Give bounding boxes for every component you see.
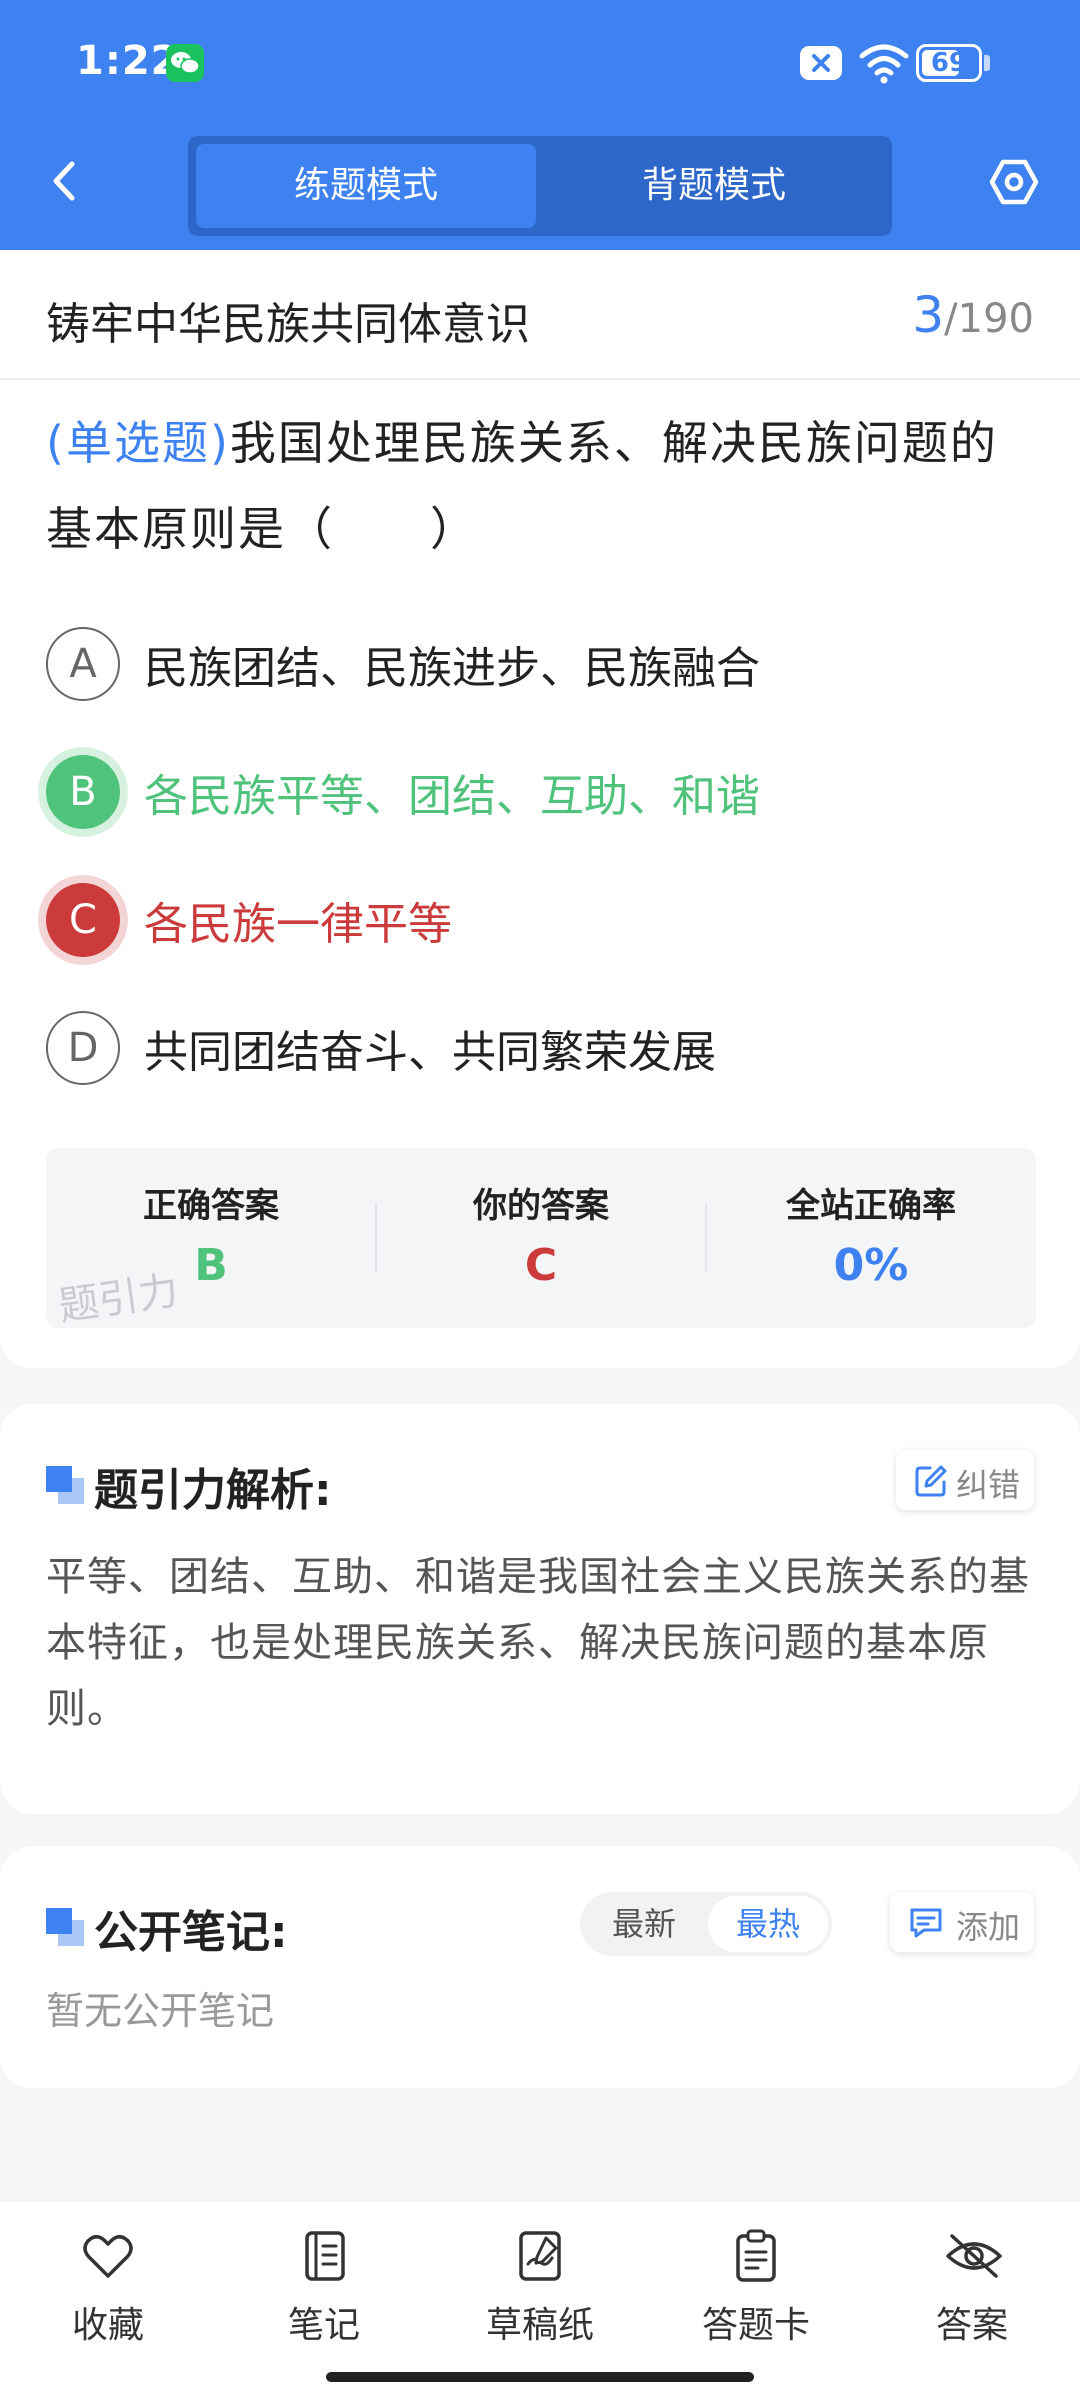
correct-answer-label: 正确答案 [143,1186,279,1226]
status-time: 1:22 [76,38,180,84]
no-sim-icon [800,46,842,80]
battery-level: 69 [930,48,968,78]
mode-toggle: 练题模式 背题模式 [188,136,892,236]
answer-sheet-icon [736,2229,776,2282]
add-note-label: 添加 [956,1908,1021,1946]
analysis-card: 题引力解析: 纠错 平等、团结、互助、和谐是我国社会主义民族关系的基本特征，也是… [0,1404,1080,1814]
header: 1:22 69 练题模式 背题模式 [0,0,1080,250]
tab-label: 笔记 [287,2305,360,2346]
comment-icon [910,1908,942,1938]
tab-label: 收藏 [71,2305,144,2346]
option-text: 共同团结奋斗、共同繁荣发展 [144,1027,716,1078]
home-indicator[interactable] [326,2372,754,2382]
eye-off-icon [946,2234,1002,2278]
heart-icon [83,2235,133,2278]
tab-label: 草稿纸 [485,2305,594,2346]
settings-icon[interactable] [988,156,1040,208]
progress-current: 3 [912,286,945,344]
chapter-row: 铸牢中华民族共同体意识 3/190 [0,250,1080,380]
section-icon [46,1908,84,1946]
sort-newest[interactable]: 最新 [584,1896,704,1952]
battery-icon: 69 [916,44,982,82]
tab-label: 答题卡 [701,2305,810,2346]
wifi-icon [859,44,909,84]
option-letter: A [46,627,120,701]
chapter-title: 铸牢中华民族共同体意识 [46,299,530,350]
your-answer-label: 你的答案 [473,1186,609,1226]
tab-practice-mode[interactable]: 练题模式 [196,144,536,228]
wechat-notification-icon [166,44,204,82]
question-card: 铸牢中华民族共同体意识 3/190 (单选题)我国处理民族关系、解决民族问题的基… [0,250,1080,1368]
sort-hottest[interactable]: 最热 [708,1896,828,1952]
report-error-label: 纠错 [956,1466,1021,1504]
option-letter: B [46,755,120,829]
add-note-button[interactable]: 添加 [890,1892,1034,1952]
tab-show-answer[interactable]: 答案 [892,2228,1052,2358]
accuracy-label: 全站正确率 [786,1186,956,1226]
tab-recite-mode[interactable]: 背题模式 [544,144,884,228]
your-answer-value: C [524,1240,558,1291]
report-error-button[interactable]: 纠错 [896,1450,1034,1510]
tab-label: 答案 [935,2305,1008,2346]
status-icons: 69 [800,42,1000,86]
bottom-toolbar: 收藏 笔记 草稿纸 答题卡 答案 [0,2202,1080,2400]
option-text: 各民族平等、团结、互助、和谐 [144,771,760,822]
your-answer-col: 你的答案 C [376,1148,706,1328]
question-type: (单选题) [46,416,230,470]
tab-favorite[interactable]: 收藏 [28,2228,188,2358]
notebook-icon [305,2231,345,2281]
progress-total: /190 [944,296,1034,342]
question-progress: 3/190 [912,286,1034,344]
option-letter: C [46,883,120,957]
accuracy-col: 全站正确率 0% [706,1148,1036,1328]
option-b[interactable]: B 各民族平等、团结、互助、和谐 [46,752,1036,832]
section-icon [46,1466,84,1504]
analysis-text: 平等、团结、互助、和谐是我国社会主义民族关系的基本特征，也是处理民族关系、解决民… [46,1554,1030,1732]
status-bar: 1:22 69 [0,0,1080,125]
tab-draft[interactable]: 草稿纸 [460,2228,620,2358]
notes-sort-toggle: 最新 最热 [580,1892,832,1956]
option-letter: D [46,1011,120,1085]
question-text: (单选题)我国处理民族关系、解决民族问题的基本原则是（ ） [46,400,1036,572]
option-text: 各民族一律平等 [144,899,452,950]
nav-bar: 练题模式 背题模式 [0,130,1080,240]
back-arrow-icon[interactable] [40,156,90,206]
option-text: 民族团结、民族进步、民族融合 [144,643,760,694]
draft-icon [519,2231,561,2281]
notes-card: 公开笔记: 最新 最热 添加 暂无公开笔记 [0,1846,1080,2088]
tab-answer-sheet[interactable]: 答题卡 [676,2228,836,2358]
empty-notes-text: 暂无公开笔记 [46,1989,275,2033]
option-c[interactable]: C 各民族一律平等 [46,880,1036,960]
analysis-title: 题引力解析: [94,1465,332,1516]
notes-title: 公开笔记: [94,1907,288,1958]
option-a[interactable]: A 民族团结、民族进步、民族融合 [46,624,1036,704]
answer-summary: 正确答案 B 你的答案 C 全站正确率 0% 题引力 [46,1148,1036,1330]
accuracy-value: 0% [833,1240,909,1291]
tab-notes[interactable]: 笔记 [244,2228,404,2358]
edit-icon [915,1465,947,1497]
option-d[interactable]: D 共同团结奋斗、共同繁荣发展 [46,1008,1036,1088]
